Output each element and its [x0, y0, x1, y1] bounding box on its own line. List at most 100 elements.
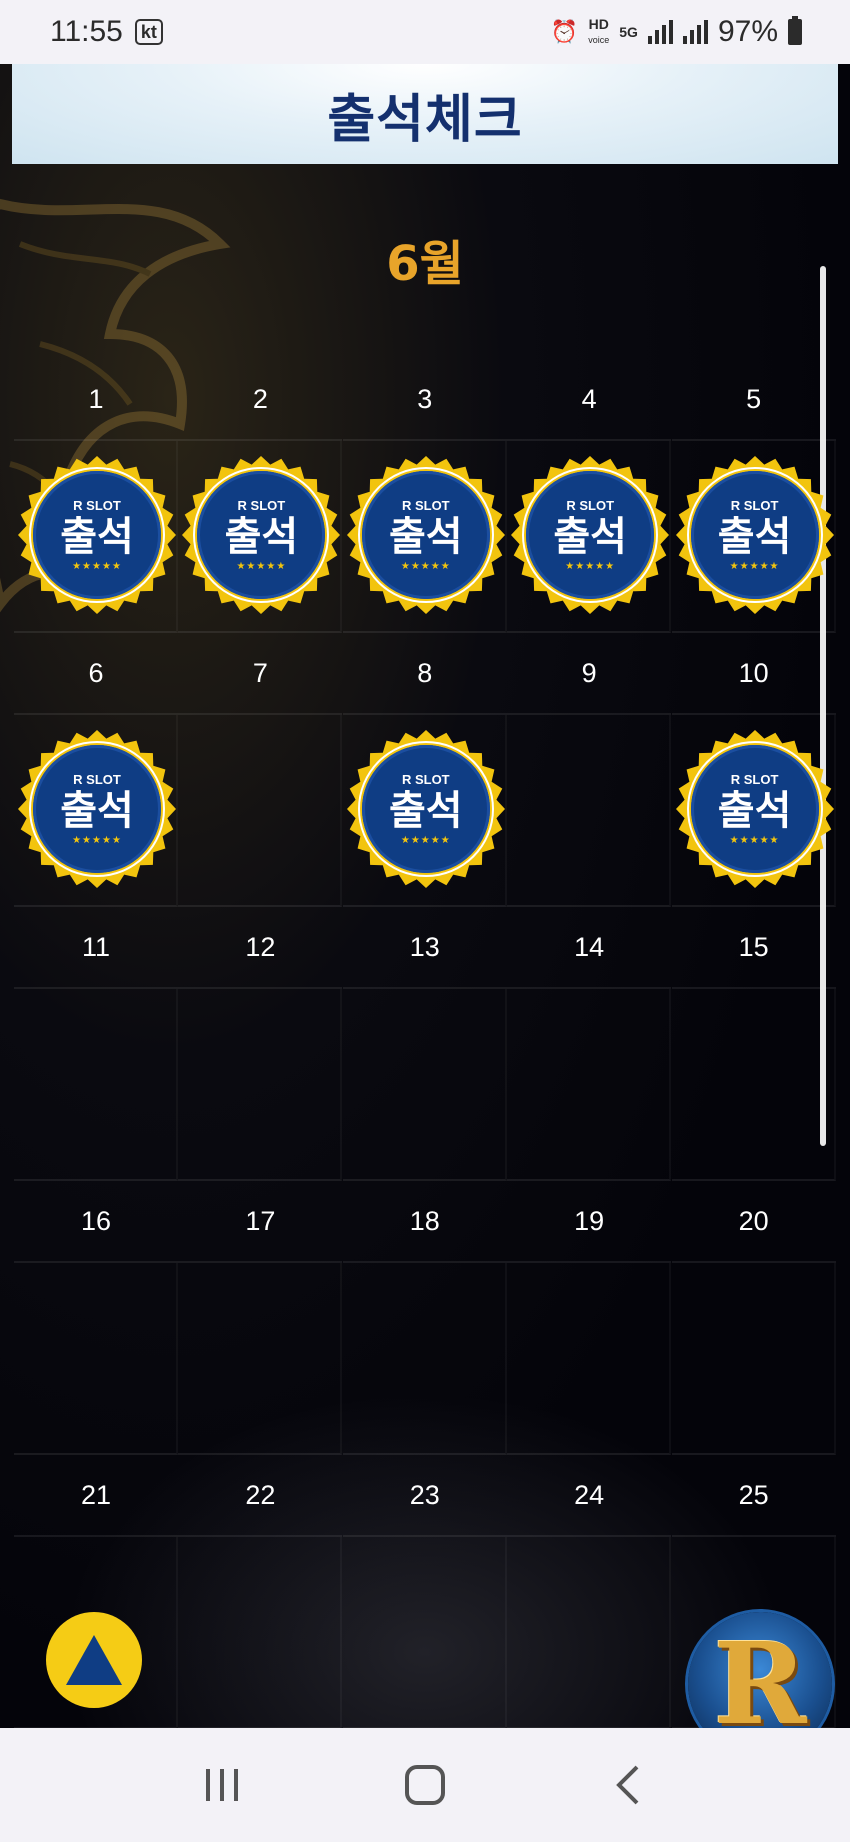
- day-cell-body: [342, 1537, 507, 1728]
- calendar-day[interactable]: 5 R SLOT 출석 ★★★★★: [671, 359, 836, 633]
- home-button[interactable]: [385, 1745, 465, 1825]
- calendar-grid: 1R SLOT 출석 ★★★★★ 2 R SLOT 출석 ★★★★★ 3 R SLOT 출석 ★★★…: [14, 359, 836, 1728]
- battery-icon: [788, 16, 802, 45]
- status-right: ⏰ HD voice 5G 97%: [551, 15, 802, 49]
- calendar-day[interactable]: 16: [14, 1181, 178, 1455]
- day-cell-body: [178, 1263, 343, 1455]
- calendar-day[interactable]: 15: [671, 907, 836, 1181]
- day-number: 18: [342, 1181, 507, 1263]
- stamp-inner: R SLOT 출석 ★★★★★: [197, 471, 326, 599]
- day-number: 15: [671, 907, 836, 989]
- calendar-day[interactable]: 2 R SLOT 출석 ★★★★★: [178, 359, 343, 633]
- app-content[interactable]: 출석체크 6월 1R SLOT 출석 ★★★★★ 2 R SLOT 출석 ★★★★★ 3 R S…: [0, 64, 850, 1728]
- calendar-day[interactable]: 12: [178, 907, 343, 1181]
- calendar-day[interactable]: 17: [178, 1181, 343, 1455]
- calendar-day[interactable]: 10 R SLOT 출석 ★★★★★: [671, 633, 836, 907]
- day-cell-body: R SLOT 출석 ★★★★★: [14, 715, 178, 907]
- calendar-day[interactable]: 19: [507, 1181, 672, 1455]
- back-to-top-button[interactable]: [46, 1612, 142, 1708]
- stamp-brand: R SLOT: [730, 772, 779, 787]
- recents-button[interactable]: [182, 1745, 262, 1825]
- stamp-label: 출석: [717, 788, 792, 834]
- battery-percent: 97%: [717, 15, 778, 48]
- status-time: 11:55: [50, 15, 123, 48]
- day-number: 4: [507, 359, 672, 441]
- stamp-brand: R SLOT: [566, 498, 615, 513]
- signal-icon: [682, 20, 708, 44]
- calendar-day[interactable]: 8 R SLOT 출석 ★★★★★: [342, 633, 507, 907]
- day-cell-body: R SLOT 출석 ★★★★★: [671, 715, 836, 907]
- day-number: 7: [178, 633, 343, 715]
- day-cell-body: [507, 1263, 672, 1455]
- stamp-label: 출석: [60, 514, 134, 560]
- calendar-day[interactable]: 18: [342, 1181, 507, 1455]
- stamp-stars: ★★★★★: [565, 561, 616, 572]
- day-number: 6: [14, 633, 178, 715]
- stamp-brand: R SLOT: [73, 772, 121, 787]
- stamp-stars: ★★★★★: [729, 561, 780, 572]
- alarm-icon: ⏰: [550, 19, 579, 44]
- day-number: 16: [14, 1181, 178, 1263]
- day-cell-body: [671, 1263, 836, 1455]
- calendar-day[interactable]: 9: [507, 633, 672, 907]
- back-button[interactable]: [588, 1745, 668, 1825]
- day-number: 14: [507, 907, 672, 989]
- network-type-icon: 5G: [619, 24, 638, 40]
- day-number: 9: [507, 633, 672, 715]
- carrier-badge: kt: [134, 19, 163, 45]
- day-number: 13: [342, 907, 507, 989]
- stamp-inner: R SLOT 출석 ★★★★★: [690, 471, 819, 599]
- stamp-brand: R SLOT: [730, 498, 779, 513]
- calendar-day[interactable]: 14: [507, 907, 672, 1181]
- calendar-day[interactable]: 6 R SLOT 출석 ★★★★★: [14, 633, 178, 907]
- day-cell-body: R SLOT 출석 ★★★★★: [507, 441, 672, 633]
- attendance-stamp: R SLOT 출석 ★★★★★: [17, 729, 177, 889]
- day-cell-body: [178, 715, 343, 907]
- day-number: 3: [342, 359, 507, 441]
- day-number: 8: [342, 633, 507, 715]
- calendar-day[interactable]: 24: [507, 1455, 672, 1728]
- stamp-stars: ★★★★★: [400, 835, 451, 846]
- attendance-stamp: R SLOT 출석 ★★★★★: [510, 455, 670, 615]
- calendar-day[interactable]: 4 R SLOT 출석 ★★★★★: [507, 359, 672, 633]
- day-cell-body: R SLOT 출석 ★★★★★: [178, 441, 343, 633]
- calendar-day[interactable]: 22: [178, 1455, 343, 1728]
- day-cell-body: [507, 715, 672, 907]
- day-number: 19: [507, 1181, 672, 1263]
- header-banner: 출석체크: [12, 64, 838, 164]
- stamp-brand: R SLOT: [401, 498, 450, 513]
- day-number: 20: [671, 1181, 836, 1263]
- calendar-day[interactable]: 1 R SLOT 출석 ★★★★★: [14, 359, 178, 633]
- month-title: 6월: [386, 236, 464, 292]
- stamp-inner: R SLOT 출석 ★★★★★: [33, 745, 161, 873]
- attendance-stamp: R SLOT 출석 ★★★★★: [346, 729, 506, 889]
- stamp-label: 출석: [388, 788, 463, 834]
- calendar-week: 11 12 13 14 15: [14, 907, 836, 1181]
- day-number: 25: [671, 1455, 836, 1537]
- day-cell-body: R SLOT 출석 ★★★★★: [342, 715, 507, 907]
- day-cell-body: R SLOT 출석 ★★★★★: [671, 441, 836, 633]
- stamp-label: 출석: [553, 514, 627, 560]
- signal-icon: [647, 20, 673, 44]
- calendar-day[interactable]: 20: [671, 1181, 836, 1455]
- triangle-up-icon: [66, 1635, 122, 1685]
- day-cell-body: [342, 1263, 507, 1455]
- day-number: 10: [671, 633, 836, 715]
- calendar-day[interactable]: 3 R SLOT 출석 ★★★★★: [342, 359, 507, 633]
- calendar-day[interactable]: 13: [342, 907, 507, 1181]
- day-cell-body: [14, 989, 178, 1181]
- stamp-stars: ★★★★★: [729, 835, 780, 846]
- calendar-day[interactable]: 7: [178, 633, 343, 907]
- stamp-brand: R SLOT: [73, 498, 121, 513]
- hd-label: HD: [588, 16, 609, 32]
- stamp-inner: R SLOT 출석 ★★★★★: [361, 471, 490, 599]
- recents-icon: [205, 1769, 238, 1801]
- day-cell-body: [178, 1537, 343, 1728]
- stamp-brand: R SLOT: [401, 772, 450, 787]
- calendar-day[interactable]: 23: [342, 1455, 507, 1728]
- day-number: 21: [14, 1455, 178, 1537]
- calendar-day[interactable]: 11: [14, 907, 178, 1181]
- stamp-label: 출석: [224, 514, 299, 560]
- stamp-stars: ★★★★★: [72, 561, 122, 572]
- attendance-stamp: R SLOT 출석 ★★★★★: [346, 455, 506, 615]
